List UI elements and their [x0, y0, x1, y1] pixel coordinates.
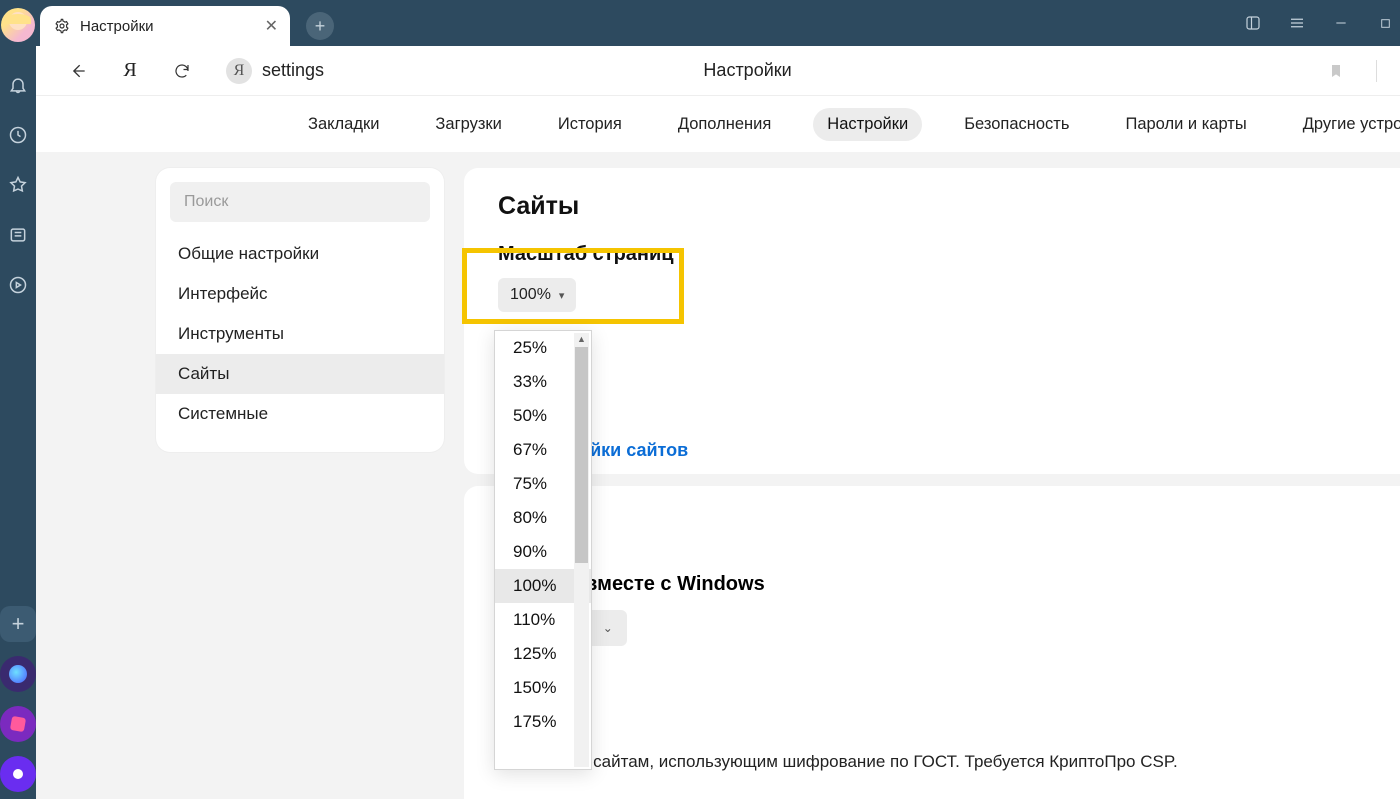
zoom-select-value: 100%: [510, 286, 551, 304]
history-icon[interactable]: [0, 117, 36, 153]
nav-tab-settings[interactable]: Настройки: [813, 108, 922, 141]
new-tab-button[interactable]: +: [306, 12, 334, 40]
tab-strip: Настройки ✕ +: [36, 0, 1400, 46]
address-bar: Я Я settings Настройки: [36, 46, 1400, 96]
app-sidebar: +: [0, 0, 36, 799]
alice-assistant-button[interactable]: [0, 756, 36, 792]
bookmark-icon[interactable]: [1320, 55, 1352, 87]
nav-tab-history[interactable]: История: [544, 108, 636, 141]
profile-avatar[interactable]: [1, 8, 35, 42]
chevron-down-icon: ⌄: [603, 621, 613, 635]
sidebar-item-tools[interactable]: Инструменты: [156, 314, 444, 354]
chevron-down-icon: ▾: [559, 289, 565, 302]
nav-tab-devices[interactable]: Другие устройства: [1289, 108, 1400, 141]
scroll-up-icon[interactable]: ▲: [577, 334, 586, 344]
tab-title: Настройки: [80, 18, 154, 35]
menu-icon[interactable]: [1275, 0, 1319, 46]
gost-text: чаться к сайтам, использующим шифрование…: [524, 752, 1178, 772]
window-controls: [1231, 0, 1400, 46]
settings-search: [170, 182, 430, 222]
address-url[interactable]: settings: [262, 60, 324, 81]
tab-close-icon[interactable]: ✕: [265, 16, 278, 36]
nav-tab-passwords[interactable]: Пароли и карты: [1111, 108, 1260, 141]
page-title: Настройки: [703, 60, 791, 81]
sidebar-add-button[interactable]: +: [0, 606, 36, 642]
other-heading: ые: [498, 510, 1385, 539]
search-input[interactable]: [170, 182, 430, 222]
home-yandex-icon[interactable]: Я: [114, 55, 146, 87]
nav-tab-addons[interactable]: Дополнения: [664, 108, 785, 141]
browser-tab[interactable]: Настройки ✕: [40, 6, 290, 46]
nav-tab-downloads[interactable]: Загрузки: [421, 108, 515, 141]
window-maximize-icon[interactable]: [1363, 0, 1400, 46]
collections-icon[interactable]: [0, 217, 36, 253]
sidebar-item-system[interactable]: Системные: [156, 394, 444, 434]
reload-icon[interactable]: [166, 55, 198, 87]
back-icon[interactable]: [62, 55, 94, 87]
sidebar-app-2[interactable]: [0, 706, 36, 742]
sites-heading: Сайты: [498, 192, 1385, 221]
dropdown-scrollbar[interactable]: ▲: [574, 333, 589, 767]
zoom-heading: Масштаб страниц: [498, 243, 1385, 266]
settings-sidebar: Общие настройки Интерфейс Инструменты Са…: [156, 168, 444, 452]
sidebar-toggle-icon[interactable]: [1231, 0, 1275, 46]
sidebar-item-interface[interactable]: Интерфейс: [156, 274, 444, 314]
sidebar-app-1[interactable]: [0, 656, 36, 692]
autostart-heading: Браузер вместе с Windows: [498, 573, 1385, 596]
site-identity-icon[interactable]: Я: [226, 58, 252, 84]
gear-icon: [54, 18, 70, 34]
window-minimize-icon[interactable]: [1319, 0, 1363, 46]
sidebar-item-general[interactable]: Общие настройки: [156, 234, 444, 274]
favorites-icon[interactable]: [0, 167, 36, 203]
media-icon[interactable]: [0, 267, 36, 303]
other-section: ые Браузер вместе с Windows placeholder …: [464, 486, 1400, 799]
nav-tab-bookmarks[interactable]: Закладки: [294, 108, 393, 141]
settings-content: Общие настройки Интерфейс Инструменты Са…: [36, 152, 1400, 799]
zoom-dropdown-list: 25% 33% 50% 67% 75% 80% 90% 100% 110% 12…: [494, 330, 592, 770]
settings-nav-tabs: Закладки Загрузки История Дополнения Нас…: [36, 96, 1400, 152]
separator: [1376, 60, 1377, 82]
nav-tab-security[interactable]: Безопасность: [950, 108, 1083, 141]
sidebar-item-sites[interactable]: Сайты: [156, 354, 444, 394]
scrollbar-thumb[interactable]: [575, 347, 588, 563]
notifications-icon[interactable]: [0, 67, 36, 103]
zoom-select[interactable]: 100% ▾: [498, 278, 576, 312]
sites-section: Сайты Масштаб страниц 100% ▾ сайтов ые н…: [464, 168, 1400, 474]
